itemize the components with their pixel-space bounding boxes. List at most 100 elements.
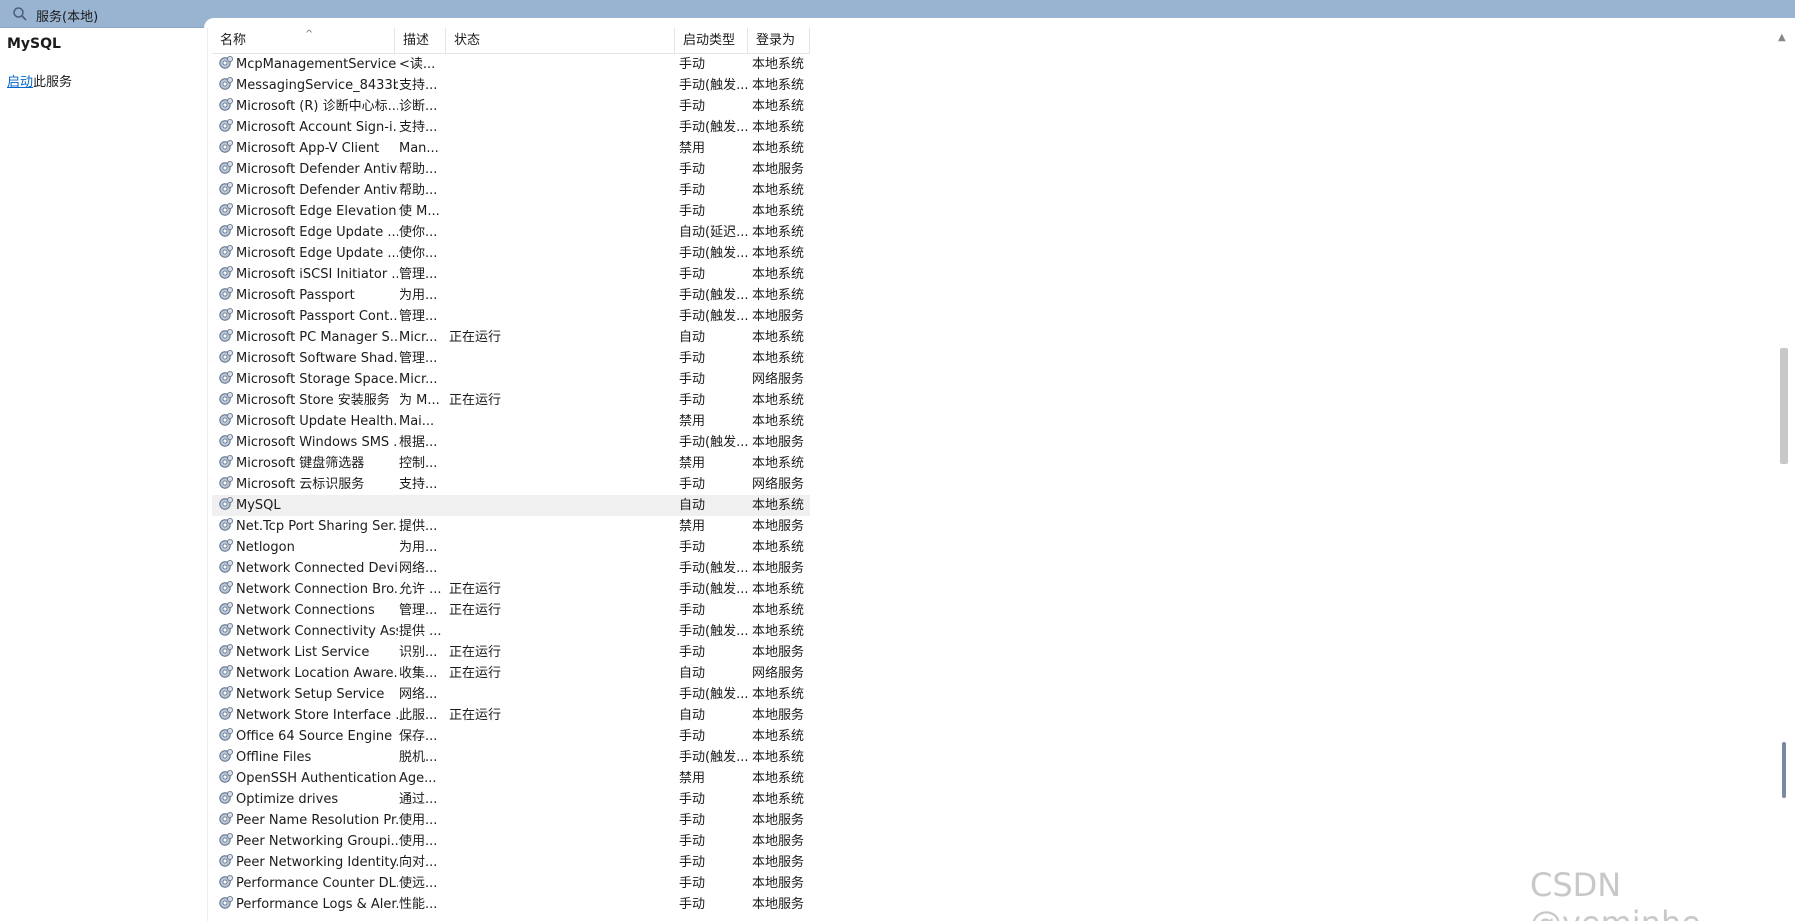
- service-gear-icon: [218, 55, 234, 71]
- service-startup-type: 手动(触发...: [679, 624, 749, 639]
- table-row[interactable]: Network List Service 识别... 正在运行 手动 本地服务: [212, 642, 810, 663]
- column-header-description[interactable]: 描述: [395, 28, 446, 54]
- service-status: [449, 54, 639, 75]
- table-row[interactable]: Network Connected Devi... 网络... 手动(触发... 本地…: [212, 558, 810, 579]
- service-startup-type: 手动(触发...: [679, 288, 749, 303]
- table-row[interactable]: Netlogon 为用... 手动 本地系统: [212, 537, 810, 558]
- service-gear-icon: [218, 853, 234, 869]
- table-row[interactable]: MessagingService_8433b... 支持... 手动(触发... 本地…: [212, 75, 810, 96]
- service-startup-type: 手动: [679, 603, 706, 618]
- column-header-name[interactable]: 名称 ^: [212, 28, 395, 54]
- table-row[interactable]: McpManagementService <读... 手动 本地系统: [212, 54, 810, 75]
- service-description: 性能...: [399, 897, 438, 912]
- table-row[interactable]: Microsoft Edge Update ... 使你... 自动(延迟... 本地…: [212, 222, 810, 243]
- column-header-status[interactable]: 状态: [446, 28, 675, 54]
- service-status: [449, 369, 639, 390]
- table-row[interactable]: Microsoft Passport 为用... 手动(触发... 本地系统: [212, 285, 810, 306]
- service-name-text: Microsoft PC Manager S...: [236, 330, 398, 345]
- service-name-text: Network Store Interface ...: [236, 708, 398, 723]
- service-gear-icon: [218, 475, 234, 491]
- table-row[interactable]: Microsoft 云标识服务 支持... 手动 网络服务: [212, 474, 810, 495]
- table-row[interactable]: Microsoft Account Sign-i... 支持... 手动(触发...…: [212, 117, 810, 138]
- table-row[interactable]: Performance Counter DL... 使远... 手动 本地服务: [212, 873, 810, 894]
- service-name: Office 64 Source Engine: [218, 726, 398, 747]
- service-name-text: Microsoft App-V Client: [236, 141, 380, 156]
- service-name: Network Connection Bro...: [218, 579, 398, 600]
- table-row[interactable]: Microsoft Update Health... Mai... 禁用 本地系统: [212, 411, 810, 432]
- table-row[interactable]: Microsoft Defender Antiv... 帮助... 手动 本地服务: [212, 159, 810, 180]
- table-row[interactable]: Peer Networking Identity... 向对... 手动 本地服务: [212, 852, 810, 873]
- service-description: 管理...: [399, 267, 438, 282]
- service-name: Microsoft (R) 诊断中心标...: [218, 96, 398, 117]
- table-row[interactable]: Microsoft Edge Elevation... 使 M... 手动 本地系统: [212, 201, 810, 222]
- table-row[interactable]: Microsoft Defender Antiv... 帮助... 手动 本地系统: [212, 180, 810, 201]
- service-startup-type: 禁用: [679, 771, 706, 786]
- service-name: Microsoft Windows SMS ...: [218, 432, 398, 453]
- service-status: 正在运行: [449, 708, 502, 723]
- table-row[interactable]: Microsoft Software Shad... 管理... 手动 本地系统: [212, 348, 810, 369]
- scroll-indicator[interactable]: [1782, 742, 1786, 798]
- service-name-text: Microsoft Edge Update ...: [236, 225, 398, 240]
- service-name-text: Offline Files: [236, 750, 312, 765]
- table-row[interactable]: Microsoft Passport Cont... 管理... 手动(触发... 本…: [212, 306, 810, 327]
- service-gear-icon: [218, 244, 234, 260]
- service-startup-type: 手动: [679, 204, 706, 219]
- action-suffix: 此服务: [33, 75, 73, 90]
- service-name: Microsoft Storage Space...: [218, 369, 398, 390]
- service-name: Microsoft PC Manager S...: [218, 327, 398, 348]
- table-row[interactable]: Network Connection Bro... 允许 ... 正在运行 手动(触发…: [212, 579, 810, 600]
- table-row[interactable]: Microsoft PC Manager S... Micr... 正在运行 自动 本地…: [212, 327, 810, 348]
- table-row[interactable]: MySQL 自动 本地系统: [212, 495, 810, 516]
- service-startup-type: 手动: [679, 792, 706, 807]
- table-row[interactable]: Microsoft Store 安装服务为 M... 正在运行 手动 本地系统: [212, 390, 810, 411]
- service-status: [449, 285, 639, 306]
- service-name-text: Microsoft Windows SMS ...: [236, 435, 398, 450]
- table-row[interactable]: Peer Networking Groupi... 使用... 手动 本地服务: [212, 831, 810, 852]
- service-logon-as: 本地系统: [752, 267, 805, 282]
- service-logon-as: 本地服务: [752, 813, 805, 828]
- service-logon-as: 本地系统: [752, 183, 805, 198]
- service-gear-icon: [218, 307, 234, 323]
- table-row[interactable]: Microsoft App-V Client Man... 禁用 本地系统: [212, 138, 810, 159]
- service-gear-icon: [218, 223, 234, 239]
- service-name-text: Microsoft 键盘筛选器: [236, 456, 365, 471]
- table-row[interactable]: Performance Logs & Aler... 性能... 手动 本地服务: [212, 894, 810, 915]
- scroll-up-arrow-icon[interactable]: ▲: [1778, 32, 1786, 43]
- service-name: Optimize drives: [218, 789, 398, 810]
- table-row[interactable]: Microsoft (R) 诊断中心标... 诊断... 手动 本地系统: [212, 96, 810, 117]
- start-service-link[interactable]: 启动: [7, 75, 33, 90]
- table-row[interactable]: Net.Tcp Port Sharing Ser... 提供... 禁用 本地服务: [212, 516, 810, 537]
- table-row[interactable]: Microsoft Windows SMS ... 根据... 手动(触发... 本地…: [212, 432, 810, 453]
- service-status: [449, 348, 639, 369]
- service-status: [449, 558, 639, 579]
- scrollbar-thumb[interactable]: [1780, 348, 1788, 464]
- service-description: Mai...: [399, 414, 435, 429]
- table-row[interactable]: Network Setup Service 网络... 手动(触发... 本地系统: [212, 684, 810, 705]
- service-name: Microsoft 键盘筛选器: [218, 453, 398, 474]
- table-row[interactable]: Microsoft iSCSI Initiator ... 管理... 手动 本地系统: [212, 264, 810, 285]
- service-startup-type: 禁用: [679, 414, 706, 429]
- service-status: 正在运行: [449, 393, 502, 408]
- service-description: [399, 495, 445, 516]
- services-table: 名称 ^ 描述 状态 启动类型 登录为 McpManagementService…: [212, 28, 810, 915]
- service-name: Microsoft Store 安装服务: [218, 390, 398, 411]
- table-row[interactable]: Optimize drives 通过... 手动 本地系统: [212, 789, 810, 810]
- vertical-scrollbar[interactable]: ▲: [1773, 28, 1795, 921]
- table-row[interactable]: OpenSSH Authentication ... Age... 禁用 本地系统: [212, 768, 810, 789]
- table-row[interactable]: Network Connectivity Ass... 提供 ... 手动(触发..…: [212, 621, 810, 642]
- column-header-startup-type[interactable]: 启动类型: [675, 28, 748, 54]
- table-row[interactable]: Network Location Aware... 收集... 正在运行 自动 网络服务: [212, 663, 810, 684]
- table-row[interactable]: Microsoft Storage Space... Micr... 手动 网络服务: [212, 369, 810, 390]
- service-gear-icon: [218, 517, 234, 533]
- table-row[interactable]: Offline Files 脱机... 手动(触发... 本地系统: [212, 747, 810, 768]
- service-logon-as: 本地系统: [752, 225, 805, 240]
- table-row[interactable]: Network Store Interface ... 此服... 正在运行 自动 本地…: [212, 705, 810, 726]
- service-description: 根据...: [399, 435, 438, 450]
- table-row[interactable]: Office 64 Source Engine 保存... 手动 本地系统: [212, 726, 810, 747]
- table-row[interactable]: Microsoft Edge Update ... 使你... 手动(触发... 本地…: [212, 243, 810, 264]
- table-row[interactable]: Network Connections 管理... 正在运行 手动 本地系统: [212, 600, 810, 621]
- service-name-text: McpManagementService: [236, 57, 397, 72]
- table-row[interactable]: Microsoft 键盘筛选器 控制... 禁用 本地系统: [212, 453, 810, 474]
- column-header-logon-as[interactable]: 登录为: [748, 28, 810, 54]
- table-row[interactable]: Peer Name Resolution Pr... 使用... 手动 本地服务: [212, 810, 810, 831]
